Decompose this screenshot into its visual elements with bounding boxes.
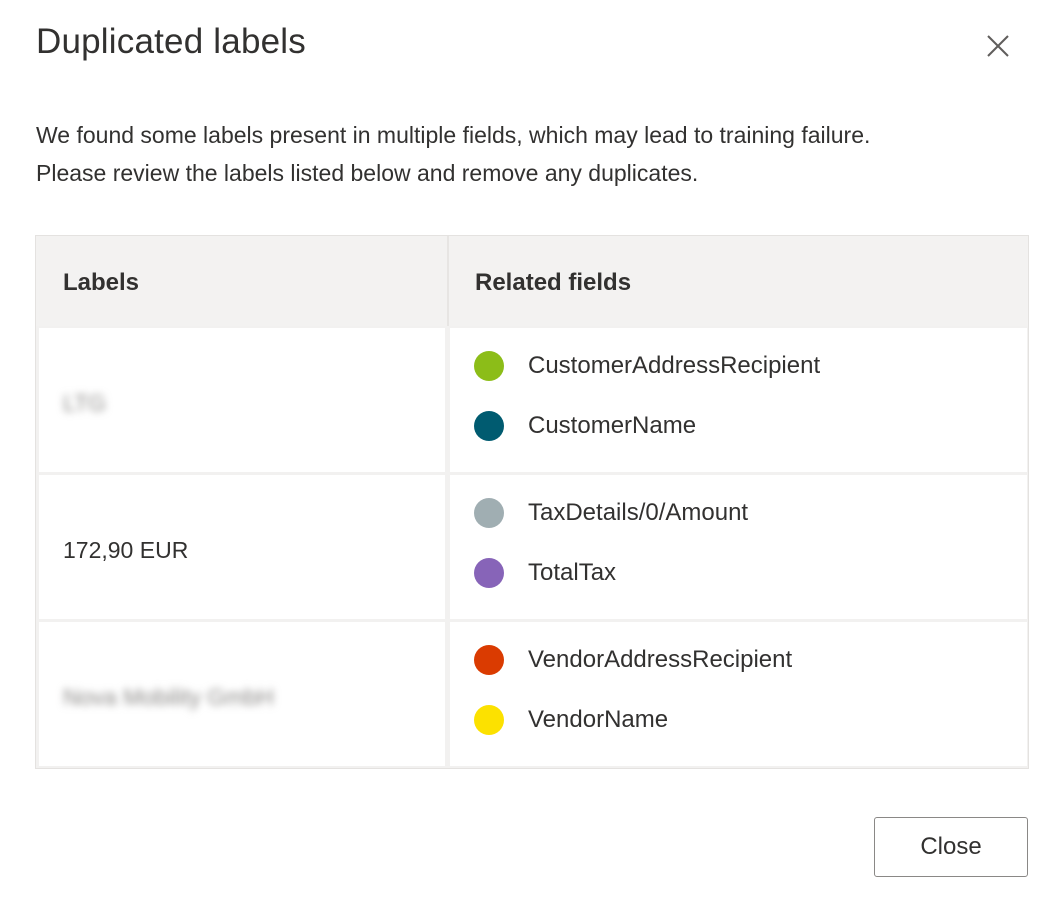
field-color-dot bbox=[474, 351, 504, 381]
close-icon[interactable] bbox=[978, 26, 1018, 66]
duplicated-labels-dialog: Duplicated labels We found some labels p… bbox=[0, 0, 1064, 898]
related-field: VendorName bbox=[474, 699, 1014, 739]
field-color-dot bbox=[474, 498, 504, 528]
description-line-2: Please review the labels listed below an… bbox=[36, 160, 699, 186]
related-field: TotalTax bbox=[474, 552, 1014, 592]
related-field: CustomerName bbox=[474, 405, 1014, 445]
dialog-description: We found some labels present in multiple… bbox=[36, 116, 1046, 192]
field-color-dot bbox=[474, 705, 504, 735]
label-cell: 172,90 EUR bbox=[39, 475, 445, 619]
label-value: 172,90 EUR bbox=[63, 537, 189, 563]
field-color-dot bbox=[474, 645, 504, 675]
field-name: VendorName bbox=[528, 706, 669, 733]
table-row: 172,90 EUR TaxDetails/0/Amount TotalTax bbox=[39, 475, 1027, 619]
related-fields-cell: VendorAddressRecipient VendorName bbox=[450, 622, 1027, 766]
related-fields-cell: TaxDetails/0/Amount TotalTax bbox=[450, 475, 1027, 619]
field-name: CustomerAddressRecipient bbox=[528, 352, 821, 379]
label-value: LTG bbox=[63, 390, 107, 416]
label-value: Nova Mobility GmbH bbox=[63, 684, 274, 710]
column-separator bbox=[447, 236, 449, 326]
label-cell: Nova Mobility GmbH bbox=[39, 622, 445, 766]
close-icon-glyph bbox=[987, 35, 1009, 57]
field-color-dot bbox=[474, 411, 504, 441]
column-header-related-fields: Related fields bbox=[475, 269, 632, 296]
description-line-1: We found some labels present in multiple… bbox=[36, 122, 871, 148]
label-cell: LTG bbox=[39, 328, 445, 472]
related-field: TaxDetails/0/Amount bbox=[474, 492, 1014, 532]
dialog-title: Duplicated labels bbox=[36, 22, 306, 61]
table-row: LTG CustomerAddressRecipient CustomerName bbox=[39, 328, 1027, 472]
field-name: CustomerName bbox=[528, 412, 697, 439]
field-color-dot bbox=[474, 558, 504, 588]
field-name: VendorAddressRecipient bbox=[528, 646, 793, 673]
column-header-labels: Labels bbox=[63, 269, 140, 296]
duplicated-labels-table: Labels Related fields LTG CustomerAddress… bbox=[35, 235, 1029, 769]
related-field: CustomerAddressRecipient bbox=[474, 345, 1014, 385]
field-name: TotalTax bbox=[528, 559, 617, 586]
close-button[interactable]: Close bbox=[874, 817, 1028, 877]
related-field: VendorAddressRecipient bbox=[474, 639, 1014, 679]
table-header-row: Labels Related fields bbox=[36, 236, 1028, 326]
related-fields-cell: CustomerAddressRecipient CustomerName bbox=[450, 328, 1027, 472]
table-row: Nova Mobility GmbH VendorAddressRecipient… bbox=[39, 622, 1027, 766]
field-name: TaxDetails/0/Amount bbox=[528, 499, 749, 526]
